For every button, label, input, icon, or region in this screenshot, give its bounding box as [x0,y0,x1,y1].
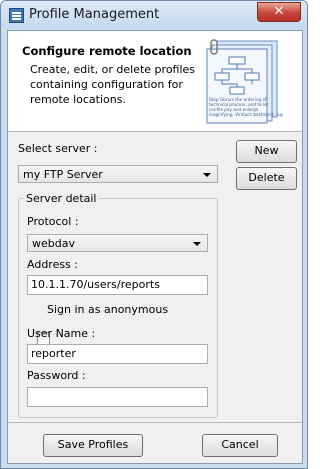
header-description: Create, edit, or delete profiles contain… [30,63,196,106]
server-detail-title: Server detail [24,192,99,205]
protocol-select[interactable]: webdav [27,234,208,252]
window-title: Profile Management [29,7,160,22]
app-icon [9,8,24,23]
address-field[interactable]: 10.1.1.70/users/reports [27,275,208,295]
new-button[interactable]: New [236,140,297,163]
password-field[interactable] [27,387,208,407]
close-button[interactable]: ✕ [257,2,301,22]
title-bar[interactable]: Profile Management ✕ [1,1,307,29]
footer-separator [8,422,302,423]
server-select[interactable]: my FTP Server [18,165,218,183]
username-label: User Name : [27,327,96,340]
chevron-down-icon [193,242,201,246]
username-field[interactable]: reporter [27,344,208,364]
protocol-select-value: webdav [32,237,75,250]
header-panel: Configure remote location Create, edit, … [8,31,302,132]
password-label: Password : [27,369,86,382]
chevron-down-icon [203,173,211,177]
documents-illustration-icon: Stop Gbrurs the ordering of technical pr… [206,39,283,124]
anonymous-label[interactable]: Sign in as anonymous [47,303,168,316]
profile-management-window: Profile Management ✕ Configure remote lo… [0,0,308,469]
select-server-label: Select server : [18,142,98,155]
cancel-button[interactable]: Cancel [202,434,278,457]
address-label: Address : [27,258,79,271]
protocol-label: Protocol : [27,215,79,228]
save-profiles-button[interactable]: Save Profiles [43,434,143,457]
dialog-body: Configure remote location Create, edit, … [7,30,303,464]
delete-button[interactable]: Delete [236,167,297,190]
header-title: Configure remote location [22,44,192,58]
server-select-value: my FTP Server [23,168,103,181]
